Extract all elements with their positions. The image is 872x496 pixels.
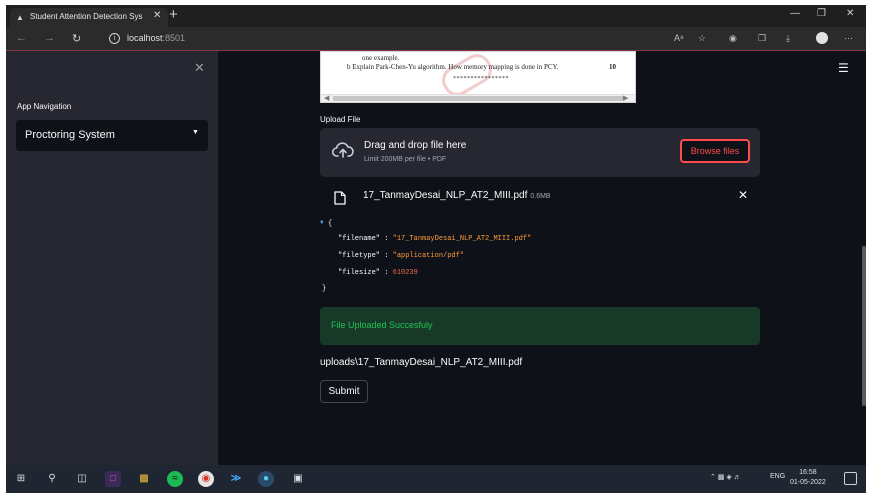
uploaded-file-size: 0.6MB	[530, 193, 551, 200]
restore-icon[interactable]: ❐	[817, 8, 826, 19]
json-row-filetype: "filetype" : "application/pdf"	[338, 252, 465, 260]
downloads-icon[interactable]: ⤓	[786, 33, 790, 44]
uploaded-file-name: 17_TanmayDesai_NLP_AT2_MIII.pdf	[363, 190, 528, 201]
clock-time: 16:58	[799, 469, 817, 476]
sidebar-title: App Navigation	[17, 102, 72, 111]
back-icon[interactable]: ←	[16, 32, 27, 44]
clock-date: 01-05-2022	[790, 479, 826, 486]
pdf-marks: 10	[609, 63, 616, 71]
file-icon	[334, 191, 346, 205]
sidebar: ✕ App Navigation Proctoring System ▼	[6, 51, 218, 465]
sidebar-close-icon[interactable]: ✕	[194, 60, 205, 76]
pdf-text-line: b Explain Park-Chen-Yu algorithm. How me…	[347, 63, 559, 71]
page-scrollbar[interactable]	[862, 246, 866, 406]
pdf-horizontal-scrollbar[interactable]: ◀ ▶	[321, 94, 635, 102]
dropzone-title: Drag and drop file here	[364, 140, 467, 151]
scroll-right-icon[interactable]: ▶	[623, 94, 628, 102]
page-select-value: Proctoring System	[25, 129, 115, 141]
notification-icon[interactable]	[844, 472, 857, 485]
json-filesize-value: 610239	[392, 269, 418, 277]
pdf-text-line: one example.	[362, 54, 400, 62]
chrome-icon[interactable]: ◉	[198, 471, 214, 487]
profile-avatar[interactable]	[816, 32, 828, 44]
page-select[interactable]: Proctoring System ▼	[16, 120, 208, 151]
read-aloud-icon[interactable]: A⁸	[674, 33, 684, 43]
scroll-left-icon[interactable]: ◀	[324, 94, 329, 102]
favorite-icon[interactable]: ☆	[698, 33, 706, 44]
submit-button[interactable]: Submit	[320, 380, 368, 403]
minimize-icon[interactable]: —	[790, 8, 800, 19]
edge-icon[interactable]: ●	[258, 471, 274, 487]
pdf-divider: ****************	[453, 76, 509, 82]
clock[interactable]: 16:58 01-05-2022	[790, 468, 826, 488]
more-menu-icon[interactable]: ⋯	[844, 33, 853, 44]
cloud-upload-icon	[332, 142, 354, 158]
search-icon[interactable]: ⚲	[44, 471, 60, 487]
pdf-preview[interactable]: one example. b Explain Park-Chen-Yu algo…	[320, 51, 636, 103]
dropzone-limit: Limit 200MB per file • PDF	[364, 156, 447, 163]
uploaded-file-row: 17_TanmayDesai_NLP_AT2_MIII.pdf 0.6MB	[363, 190, 551, 201]
browser-tab[interactable]: ▲ Student Attention Detection Sys ✕	[10, 8, 168, 27]
tab-close-icon[interactable]: ✕	[153, 10, 161, 21]
browser-tab-strip: ▲ Student Attention Detection Sys ✕ + — …	[6, 5, 866, 27]
saved-file-path: uploads\17_TanmayDesai_NLP_AT2_MIII.pdf	[320, 357, 523, 368]
chevron-down-icon: ▼	[192, 129, 199, 136]
extension-icon[interactable]: ◉	[729, 33, 737, 44]
tab-title: Student Attention Detection Sys	[30, 12, 143, 21]
json-row-filesize: "filesize" : 610239	[338, 269, 418, 277]
spotify-icon[interactable]: ≈	[167, 471, 183, 487]
url-host: localhost	[127, 33, 163, 43]
app-icon[interactable]: □	[105, 471, 121, 487]
forward-icon[interactable]: →	[44, 32, 55, 44]
file-explorer-icon[interactable]: ▩	[136, 471, 152, 487]
json-close-brace: }	[322, 285, 327, 293]
windows-start-icon[interactable]: ⊞	[13, 471, 29, 487]
json-row-filename: "filename" : "17_TanmayDesai_NLP_AT2_MII…	[338, 235, 532, 243]
streamlit-favicon-icon: ▲	[16, 13, 24, 22]
json-open-brace: {	[328, 220, 333, 228]
collapse-caret-icon[interactable]: ▼	[320, 219, 324, 226]
address-bar[interactable]: localhost:8501	[127, 33, 185, 43]
collections-icon[interactable]: ❒	[758, 33, 766, 44]
new-tab-icon[interactable]: +	[169, 6, 178, 23]
file-dropzone[interactable]: Drag and drop file here Limit 200MB per …	[320, 128, 760, 177]
site-info-icon[interactable]: i	[109, 33, 120, 44]
task-view-icon[interactable]: ◫	[74, 471, 90, 487]
json-filename-value: 17_TanmayDesai_NLP_AT2_MIII.pdf	[396, 235, 528, 243]
success-alert: File Uploaded Succesfuly	[320, 307, 760, 345]
screen: ▲ Student Attention Detection Sys ✕ + — …	[6, 5, 866, 493]
upload-label: Upload File	[320, 115, 361, 124]
browser-toolbar: ← → ↻ i localhost:8501 A⁸ ☆ ◉ ❒ ⤓ ⋯	[6, 27, 866, 51]
taskbar: ⊞ ⚲ ◫ □ ▩ ≈ ◉ ≫ ● ▣ ⌃ ▩ ◈ ♬ ENG 16:58 01…	[6, 465, 866, 493]
success-alert-text: File Uploaded Succesfuly	[331, 320, 433, 330]
tray-icons[interactable]: ⌃ ▩ ◈ ♬	[710, 473, 741, 481]
main-content: ☰ one example. b Explain Park-Chen-Yu al…	[218, 51, 866, 465]
remove-file-icon[interactable]: ✕	[738, 188, 748, 202]
browse-files-button[interactable]: Browse files	[680, 139, 750, 163]
window-close-icon[interactable]: ✕	[846, 8, 854, 19]
json-filetype-value: application/pdf	[396, 252, 460, 260]
refresh-icon[interactable]: ↻	[72, 32, 81, 45]
hamburger-menu-icon[interactable]: ☰	[838, 61, 849, 75]
terminal-icon[interactable]: ▣	[290, 471, 306, 487]
vscode-icon[interactable]: ≫	[228, 471, 244, 487]
url-port: :8501	[162, 33, 186, 43]
language-indicator[interactable]: ENG	[770, 473, 785, 480]
pdf-scroll-thumb[interactable]	[333, 96, 623, 101]
